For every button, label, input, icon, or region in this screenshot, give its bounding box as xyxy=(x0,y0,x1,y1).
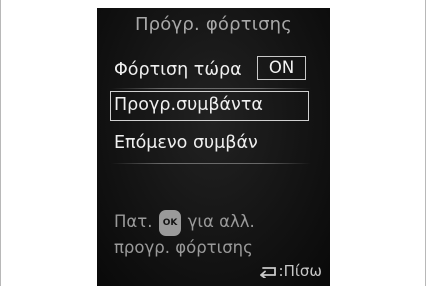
menu-item-scheduled-events[interactable]: Προγρ.συμβάντα xyxy=(114,95,263,115)
back-label: :Πίσω xyxy=(278,262,322,280)
menu-item-next-event[interactable]: Επόμενο συμβάν xyxy=(114,133,258,153)
ok-button-icon: OK xyxy=(158,210,182,236)
charge-now-toggle[interactable]: ON xyxy=(257,56,306,80)
screen-title: Πρόγρ. φόρτισης xyxy=(134,14,293,35)
divider xyxy=(111,88,311,89)
divider xyxy=(111,163,311,164)
back-arrow-icon xyxy=(255,264,277,278)
hint-prefix: Πατ. xyxy=(114,212,153,231)
hint-line-2: προγρ. φόρτισης xyxy=(114,238,253,257)
charge-now-label: Φόρτιση τώρα xyxy=(114,60,242,80)
back-button[interactable]: :Πίσω xyxy=(255,262,322,280)
display-screen: Πρόγρ. φόρτισης Φόρτιση τώρα ON Προγρ.συ… xyxy=(97,8,330,286)
hint-text: Πατ. OK για αλλ. προγρ. φόρτισης xyxy=(114,210,255,260)
hint-suffix: για αλλ. xyxy=(187,212,255,231)
